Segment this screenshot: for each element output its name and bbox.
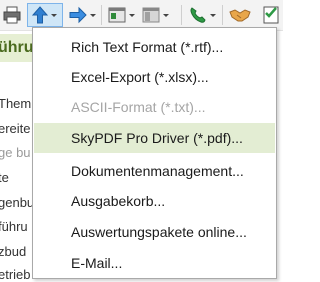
handshake-button[interactable] bbox=[229, 3, 251, 27]
table-view-icon bbox=[142, 7, 160, 23]
export-up-arrow-icon bbox=[31, 6, 49, 24]
phone-button[interactable] bbox=[188, 3, 216, 27]
toolbar-separator bbox=[222, 5, 223, 25]
menu-item-email[interactable]: E-Mail... bbox=[34, 248, 275, 278]
toolbar-separator bbox=[181, 5, 182, 25]
chevron-down-icon bbox=[129, 13, 135, 17]
print-button[interactable] bbox=[2, 3, 22, 27]
menu-item-ascii[interactable]: ASCII-Format (*.txt)... bbox=[34, 92, 275, 122]
menu-item-ausgabekorb[interactable]: Ausgabekorb... bbox=[34, 186, 275, 216]
chevron-down-icon bbox=[163, 13, 169, 17]
print-icon bbox=[3, 6, 21, 24]
phone-icon bbox=[190, 7, 206, 23]
document-view-button[interactable] bbox=[107, 3, 135, 27]
toolbar-separator bbox=[101, 5, 102, 25]
document-view-icon bbox=[108, 7, 126, 23]
table-view-button[interactable] bbox=[141, 3, 169, 27]
menu-item-dokumentenmanagement[interactable]: Dokumentenmanagement... bbox=[34, 156, 275, 186]
export-button[interactable] bbox=[27, 3, 63, 27]
forward-button[interactable] bbox=[68, 3, 96, 27]
forward-arrow-icon bbox=[69, 6, 87, 24]
menu-item-excel[interactable]: Excel-Export (*.xlsx)... bbox=[34, 62, 275, 92]
checklist-button[interactable] bbox=[262, 3, 282, 27]
chevron-down-icon bbox=[90, 13, 96, 17]
handshake-icon bbox=[229, 9, 251, 22]
chevron-down-icon bbox=[51, 13, 57, 17]
export-dropdown-menu: Rich Text Format (*.rtf)... Excel-Export… bbox=[32, 27, 277, 279]
menu-item-skypdf[interactable]: SkyPDF Pro Driver (*.pdf)... bbox=[34, 123, 275, 153]
menu-item-auswertungspakete[interactable]: Auswertungspakete online... bbox=[34, 217, 275, 247]
checklist-icon bbox=[263, 6, 279, 24]
menu-item-rtf[interactable]: Rich Text Format (*.rtf)... bbox=[34, 32, 275, 62]
chevron-down-icon bbox=[210, 13, 216, 17]
